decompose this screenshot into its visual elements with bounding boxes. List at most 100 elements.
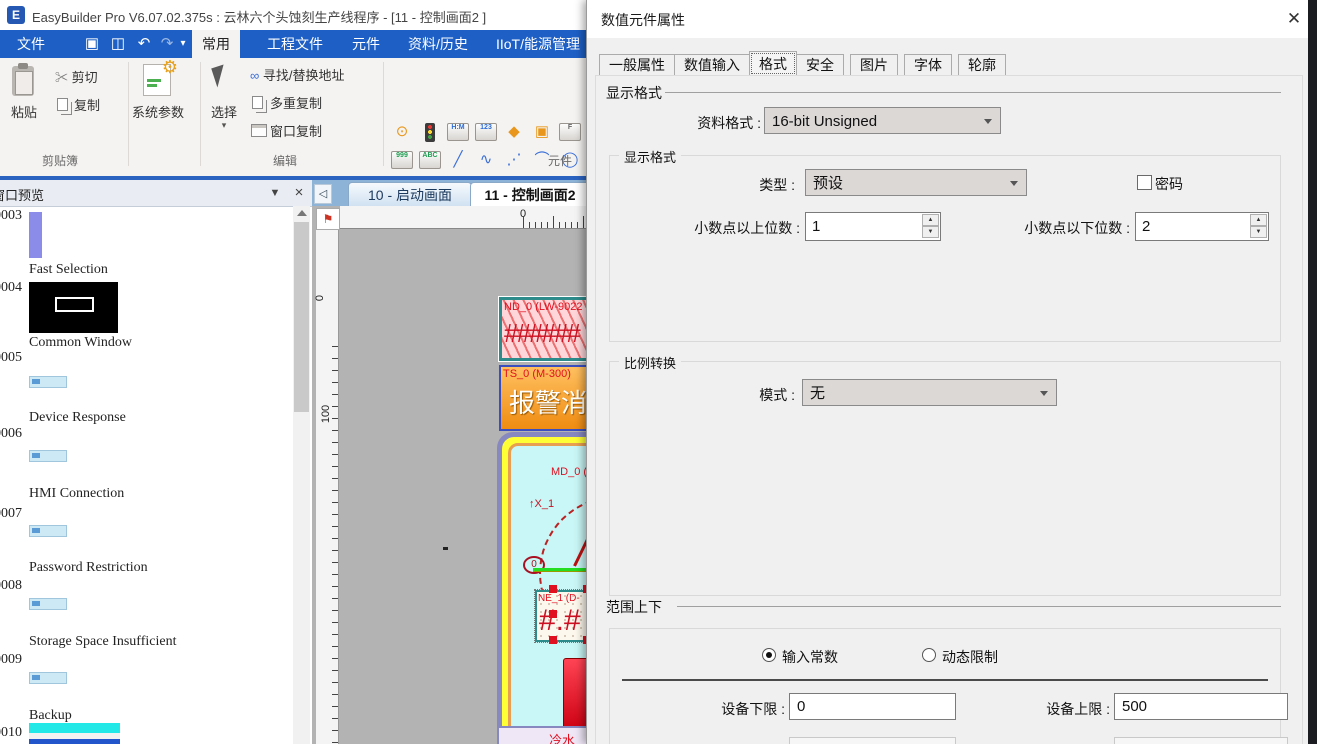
- ribbon-tab-home[interactable]: 常用: [192, 30, 240, 58]
- numeric-button-icon[interactable]: 123: [474, 120, 498, 144]
- spin-up-icon[interactable]: ▲: [1250, 214, 1267, 226]
- scrollbar-thumb[interactable]: [294, 222, 309, 412]
- tab-font[interactable]: 字体: [904, 54, 952, 76]
- find-replace-button[interactable]: ∞ 寻找/替换地址: [250, 64, 345, 88]
- display-format-group-label: 显示格式: [619, 147, 681, 166]
- digits-right-spinner[interactable]: 2 ▲▼: [1135, 212, 1269, 241]
- mode-select[interactable]: 无: [802, 379, 1057, 406]
- tab-numeric-input[interactable]: 数值输入: [674, 54, 750, 76]
- selection-handle[interactable]: [549, 585, 557, 593]
- device-low-input[interactable]: 0: [789, 693, 956, 720]
- window-thumbnail[interactable]: [29, 672, 67, 684]
- canvas-tab-control2[interactable]: 11 - 控制画面2: [470, 182, 590, 207]
- select-button[interactable]: 选择: [204, 102, 244, 121]
- mouse-cursor: [443, 547, 448, 550]
- dynamic-radio[interactable]: [922, 648, 936, 662]
- window-thumbnail[interactable]: [29, 376, 67, 388]
- selection-handle[interactable]: [549, 610, 557, 618]
- spin-down-icon[interactable]: ▼: [1250, 226, 1267, 238]
- ribbon-tab-data[interactable]: 资料/历史: [394, 30, 482, 58]
- function-key-icon[interactable]: F: [558, 120, 582, 144]
- tab-general[interactable]: 一般属性: [599, 54, 675, 76]
- device-high-input[interactable]: 500: [1114, 693, 1288, 720]
- device-low-label: 设备下限 :: [685, 699, 785, 719]
- input-low-input: 0.00: [789, 737, 956, 744]
- dialog-tabs: 一般属性 数值输入 格式 安全 图片 字体 轮廓: [599, 51, 1005, 76]
- paste-icon[interactable]: [12, 66, 34, 96]
- canvas-tab-bar: ◁ 10 - 启动画面 11 - 控制画面2: [312, 180, 586, 206]
- window-preview-panel: 窗口预览 ▼ × 0003 Fast Selection 0004 Common…: [0, 180, 313, 744]
- numeric-display-icon[interactable]: 999: [390, 148, 414, 172]
- digits-left-label: 小数点以上位数 :: [670, 218, 800, 238]
- multi-copy-button[interactable]: 多重复制: [270, 92, 322, 116]
- type-label: 类型 :: [720, 175, 795, 195]
- preview-scrollbar[interactable]: [293, 206, 310, 744]
- panel-collapse-icon[interactable]: ▼: [266, 184, 284, 202]
- tab-nav-left-icon[interactable]: ◁: [314, 184, 332, 204]
- window-number: 0010: [0, 725, 22, 741]
- select-dropdown-icon[interactable]: ▾: [204, 120, 244, 131]
- right-edge-strip: [1308, 0, 1317, 744]
- tab-format[interactable]: 格式: [749, 51, 797, 76]
- paste-button[interactable]: 粘贴: [4, 102, 44, 121]
- digits-left-spinner[interactable]: 1 ▲▼: [805, 212, 941, 241]
- copy-button[interactable]: 复制: [74, 94, 100, 118]
- ribbon-tab-iiot[interactable]: IIoT/能源管理: [482, 30, 594, 58]
- file-menu[interactable]: 文件: [0, 30, 62, 58]
- line-icon[interactable]: ╱: [446, 148, 470, 172]
- panel-close-icon[interactable]: ×: [290, 184, 308, 202]
- preview-panel-title: 窗口预览: [0, 185, 44, 204]
- window-thumbnail[interactable]: [29, 212, 42, 258]
- tab-picture[interactable]: 图片: [850, 54, 898, 76]
- data-format-select[interactable]: 16-bit Unsigned: [764, 107, 1001, 134]
- window-thumbnail[interactable]: [29, 598, 67, 610]
- spin-up-icon[interactable]: ▲: [922, 214, 939, 226]
- corner-flag-icon[interactable]: ⚑: [316, 208, 340, 230]
- ribbon-tab-objects[interactable]: 元件: [338, 30, 394, 58]
- hmi-bottom-panel[interactable]: 冷水: [497, 726, 590, 744]
- hmi-numeric-display[interactable]: ND_0 (LW-9022 ######: [499, 297, 592, 361]
- password-checkbox[interactable]: [1137, 175, 1152, 190]
- lamp-icon[interactable]: ⊙: [390, 120, 414, 144]
- window-thumbnail[interactable]: [29, 525, 67, 537]
- dynamic-radio-label: 动态限制: [942, 647, 998, 667]
- system-params-button[interactable]: 系统参数: [130, 102, 186, 121]
- export-icon[interactable]: ◫: [106, 30, 130, 58]
- canvas-tab-startup[interactable]: 10 - 启动画面: [348, 182, 472, 207]
- range-header: 范围上下: [606, 597, 662, 617]
- dialog-close-icon[interactable]: ✕: [1281, 6, 1307, 32]
- cut-button[interactable]: ✂ 剪切: [55, 66, 98, 90]
- time-display-icon[interactable]: H:M: [446, 120, 470, 144]
- display-format-group: 显示格式 类型 : 预设 密码 小数点以上位数 : 1 ▲▼ 小数点以下位数 :…: [609, 155, 1281, 342]
- type-select[interactable]: 预设: [805, 169, 1027, 196]
- ribbon-tab-project[interactable]: 工程文件: [252, 30, 338, 58]
- edit-group-label: 编辑: [255, 152, 315, 169]
- scroll-up-icon[interactable]: [297, 210, 307, 216]
- ascii-display-icon[interactable]: ABC: [418, 148, 442, 172]
- save-icon[interactable]: ▣: [80, 30, 104, 58]
- combo-button-icon[interactable]: ▣: [530, 120, 554, 144]
- constant-radio-label: 输入常数: [782, 647, 838, 667]
- digits-right-label: 小数点以下位数 :: [1000, 218, 1130, 238]
- window-thumbnail[interactable]: [29, 450, 67, 462]
- traffic-light-icon[interactable]: [418, 120, 442, 144]
- window-copy-button[interactable]: 窗口复制: [270, 120, 322, 144]
- system-params-icon[interactable]: ⚙: [143, 64, 171, 96]
- toggle-switch-icon[interactable]: ◆: [502, 120, 526, 144]
- tab-profile[interactable]: 轮廓: [958, 54, 1006, 76]
- tab-security[interactable]: 安全: [796, 54, 844, 76]
- undo-icon[interactable]: ↶: [132, 30, 156, 58]
- polyline-icon[interactable]: ⋰: [502, 148, 526, 172]
- app-icon: E: [7, 6, 25, 24]
- window-thumbnail[interactable]: [29, 723, 120, 744]
- spin-down-icon[interactable]: ▼: [922, 226, 939, 238]
- hmi-meter-panel[interactable]: MD_0 (D- ↑X_1 0 NE_1 (D- #.#: [497, 432, 586, 744]
- selection-handle[interactable]: [549, 636, 557, 644]
- freeform-icon[interactable]: ∿: [474, 148, 498, 172]
- select-cursor-icon[interactable]: [211, 64, 230, 87]
- window-thumbnail[interactable]: [29, 282, 118, 333]
- hmi-alarm-button[interactable]: TS_0 (M-300) 报警消: [499, 365, 590, 431]
- constant-radio[interactable]: [762, 648, 776, 662]
- hmi-selected-numeric[interactable]: NE_1 (D- #.#: [535, 590, 593, 642]
- qat-more-icon[interactable]: ▾: [175, 30, 191, 58]
